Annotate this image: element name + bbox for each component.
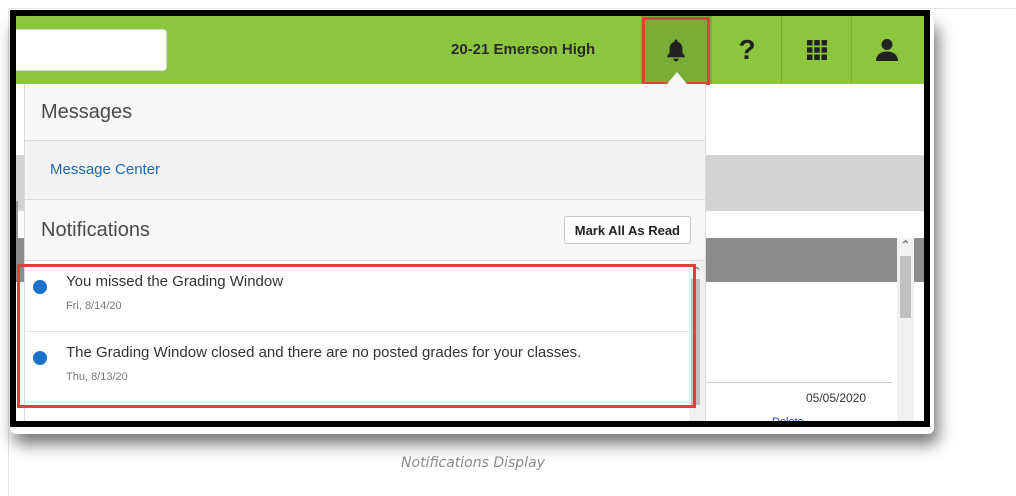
- user-menu-button[interactable]: [851, 16, 922, 84]
- message-center-row[interactable]: Message Center: [25, 141, 705, 200]
- school-year-selector[interactable]: 20-21 Emerson High: [451, 16, 595, 84]
- messages-header: Messages: [25, 84, 705, 141]
- notifications-title: Notifications: [41, 219, 150, 241]
- question-mark-icon: ?: [738, 34, 756, 65]
- top-navigation-bar: 20-21 Emerson High ?: [16, 16, 924, 85]
- scroll-up-arrow-icon[interactable]: ⌃: [897, 238, 914, 252]
- background-scroll-thumb[interactable]: [900, 256, 911, 318]
- user-icon: [876, 39, 898, 61]
- dropdown-caret: [667, 72, 687, 84]
- background-divider: [704, 382, 892, 383]
- message-center-link[interactable]: Message Center: [50, 141, 160, 199]
- delete-link[interactable]: Delete: [772, 416, 804, 421]
- help-button[interactable]: ?: [711, 16, 782, 84]
- app-screenshot: 05/05/2020 Delete ⌃ 20-21 Emerson High ?: [10, 10, 930, 427]
- messages-title: Messages: [41, 101, 133, 123]
- app-grid-icon: [807, 40, 827, 60]
- search-input[interactable]: [16, 29, 167, 71]
- app-switcher-button[interactable]: [781, 16, 852, 84]
- background-date: 05/05/2020: [806, 391, 867, 405]
- notifications-header: Notifications Mark All As Read: [25, 200, 705, 261]
- notifications-highlight-box: [17, 264, 696, 408]
- mark-all-as-read-button[interactable]: Mark All As Read: [563, 216, 691, 244]
- figure-caption: Notifications Display: [401, 455, 545, 471]
